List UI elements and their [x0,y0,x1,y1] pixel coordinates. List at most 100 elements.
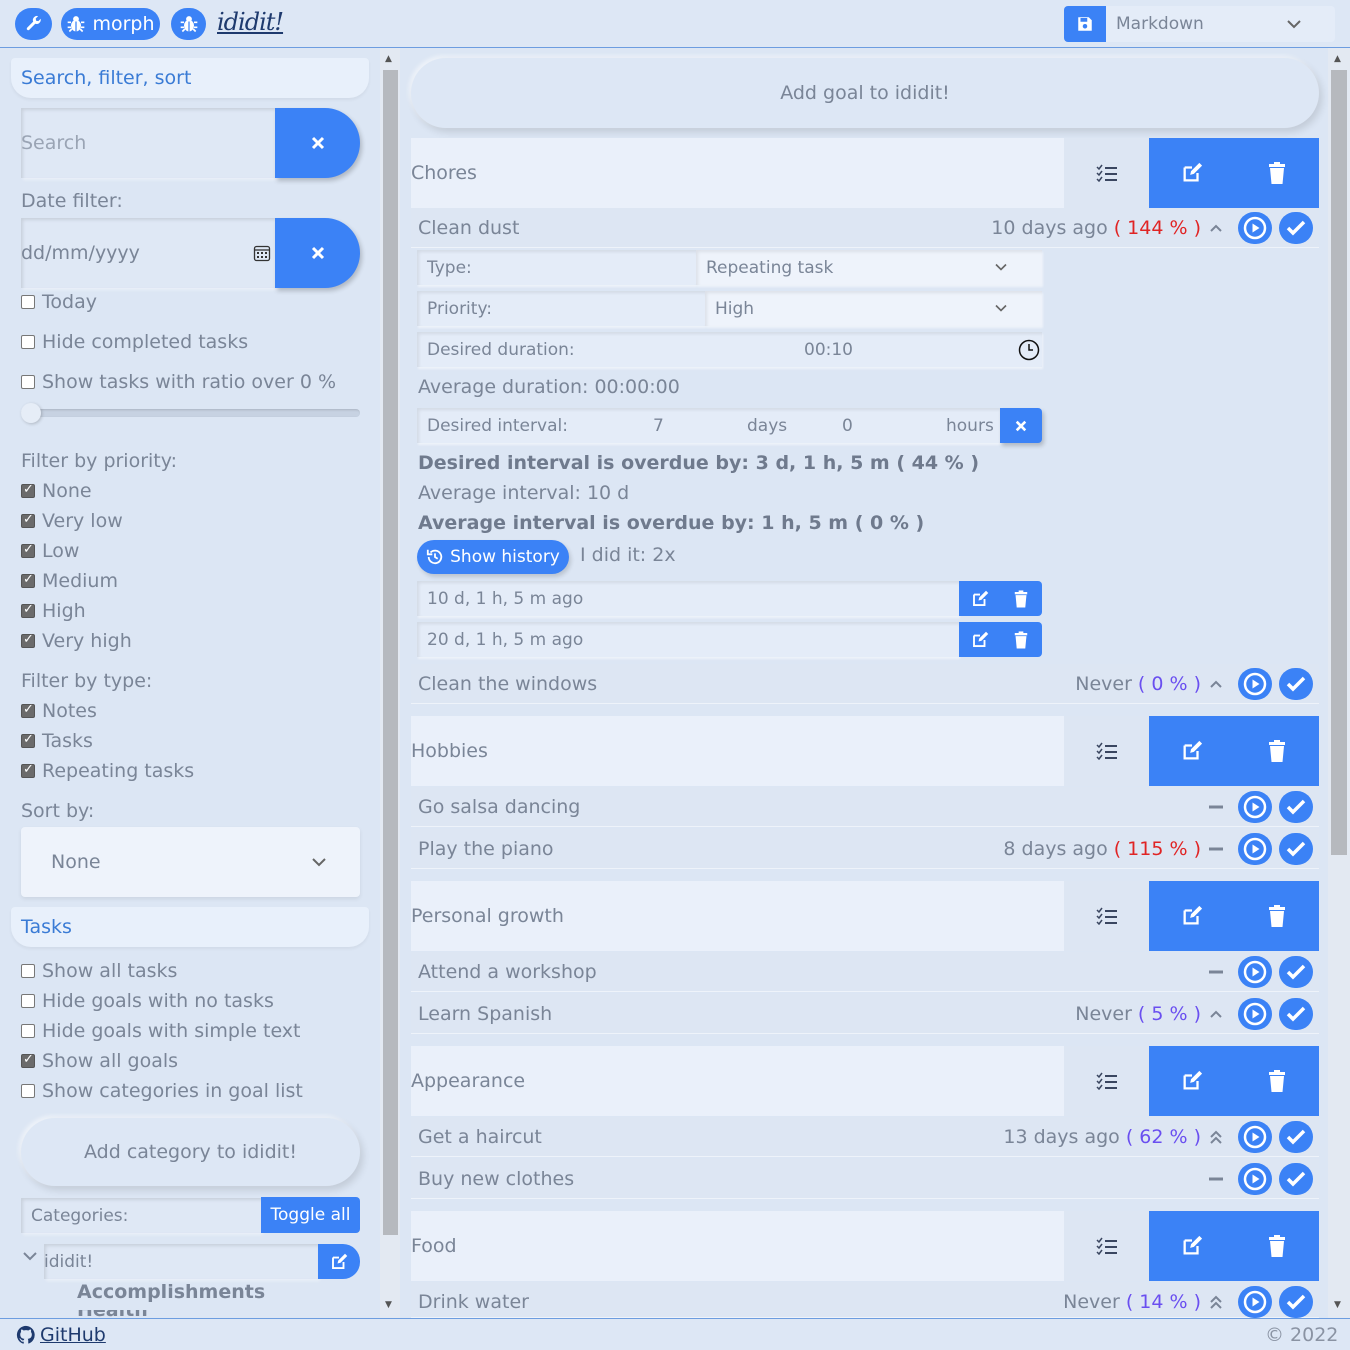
tasks-section-header[interactable]: Tasks [11,907,369,947]
today-checkbox[interactable]: Today [21,290,97,314]
add-category-button[interactable]: Add category to ididit! [21,1118,360,1186]
task-name[interactable]: Play the piano [418,829,554,869]
task-name[interactable]: Get a haircut [418,1117,542,1157]
done-button[interactable] [1279,1286,1313,1318]
task-row[interactable]: Attend a workshop [411,952,1319,992]
scroll-up-arrow[interactable]: ▲ [1334,54,1341,64]
clear-search-button[interactable] [275,108,360,178]
edit-goal-button[interactable] [1149,881,1234,951]
task-name[interactable]: Drink water [418,1282,529,1322]
interval-days-input[interactable]: 7 [653,416,664,436]
search-section-header[interactable]: Search, filter, sort [11,58,369,98]
add-goal-button[interactable]: Add goal to ididit! [411,58,1319,128]
start-timer-button[interactable] [1238,998,1272,1030]
task-row[interactable]: Clean the windows Never( 0 % ) [411,664,1319,704]
clear-date-button[interactable] [275,218,360,288]
type-repeating-checkbox[interactable]: Repeating tasks [21,759,194,783]
start-timer-button[interactable] [1238,1163,1272,1195]
main-scrollbar-thumb[interactable] [1331,70,1347,855]
clock-icon[interactable] [1018,339,1040,361]
hide-text-goals-checkbox[interactable]: Hide goals with simple text [21,1019,301,1043]
scroll-down-arrow[interactable]: ▼ [385,1300,392,1310]
done-button[interactable] [1279,1163,1313,1195]
interval-hours-input[interactable]: 0 [842,416,853,436]
delete-goal-button[interactable] [1234,1046,1319,1116]
desired-duration-field[interactable]: Desired duration: 00:10 [417,332,1042,367]
show-all-goals-checkbox[interactable]: Show all goals [21,1049,178,1073]
priority-high-checkbox[interactable]: High [21,599,86,623]
delete-history-button[interactable] [1000,622,1042,657]
start-timer-button[interactable] [1238,956,1272,988]
scroll-down-arrow[interactable]: ▼ [1334,1300,1341,1310]
edit-category-button[interactable] [318,1244,360,1279]
toggle-all-button[interactable]: Toggle all [261,1197,360,1233]
show-categories-checkbox[interactable]: Show categories in goal list [21,1079,303,1103]
priority-medium-checkbox[interactable]: Medium [21,569,118,593]
edit-goal-button[interactable] [1149,1211,1234,1281]
priority-none-checkbox[interactable]: None [21,479,92,503]
task-name[interactable]: Attend a workshop [418,952,597,992]
task-row[interactable]: Get a haircut 13 days ago( 62 % ) [411,1117,1319,1157]
task-name[interactable]: Buy new clothes [418,1159,574,1199]
task-list-button[interactable] [1064,1211,1149,1281]
ratio-slider-track[interactable] [21,409,360,417]
show-history-button[interactable]: Show history [417,540,569,574]
start-timer-button[interactable] [1238,1286,1272,1318]
type-tasks-checkbox[interactable]: Tasks [21,729,93,753]
delete-goal-button[interactable] [1234,138,1319,208]
delete-goal-button[interactable] [1234,1211,1319,1281]
subcategory-health[interactable]: Health [77,1310,148,1318]
app-logo-link[interactable]: ididit! [217,8,284,36]
sort-select[interactable]: None [21,827,360,897]
done-button[interactable] [1279,1121,1313,1153]
subcategory-accomplishments[interactable]: Accomplishments [77,1281,265,1303]
done-button[interactable] [1279,998,1313,1030]
start-timer-button[interactable] [1238,668,1272,700]
edit-history-button[interactable] [959,622,1000,657]
hide-empty-goals-checkbox[interactable]: Hide goals with no tasks [21,989,274,1013]
priority-very-low-checkbox[interactable]: Very low [21,509,123,533]
clear-interval-button[interactable] [1000,408,1042,443]
delete-goal-button[interactable] [1234,881,1319,951]
edit-goal-button[interactable] [1149,1046,1234,1116]
goal-title[interactable]: Food [411,1211,457,1281]
task-row[interactable]: Go salsa dancing [411,787,1319,827]
start-timer-button[interactable] [1238,791,1272,823]
done-button[interactable] [1279,791,1313,823]
type-notes-checkbox[interactable]: Notes [21,699,97,723]
priority-low-checkbox[interactable]: Low [21,539,79,563]
chevron-down-icon[interactable] [22,1250,38,1262]
task-list-button[interactable] [1064,716,1149,786]
github-link[interactable]: GitHub [16,1324,106,1346]
goal-title[interactable]: Chores [411,138,477,208]
ratio-slider-handle[interactable] [21,403,41,423]
task-list-button[interactable] [1064,1046,1149,1116]
calendar-icon[interactable] [253,244,271,262]
done-button[interactable] [1279,956,1313,988]
task-row[interactable]: Buy new clothes [411,1159,1319,1199]
task-name[interactable]: Learn Spanish [418,994,552,1034]
scroll-up-arrow[interactable]: ▲ [385,54,392,64]
task-row[interactable]: Drink water Never( 14 % ) [411,1282,1319,1318]
done-button[interactable] [1279,668,1313,700]
hide-completed-checkbox[interactable]: Hide completed tasks [21,330,248,354]
start-timer-button[interactable] [1238,1121,1272,1153]
edit-history-button[interactable] [959,581,1000,616]
type-select[interactable]: Repeating task [696,250,1042,285]
show-all-tasks-checkbox[interactable]: Show all tasks [21,959,177,983]
task-row[interactable]: Learn Spanish Never( 5 % ) [411,994,1319,1034]
date-filter-input[interactable]: dd/mm/yyyy [21,218,276,288]
desired-interval-field[interactable]: Desired interval: 7 days 0 hours [417,408,1000,443]
start-timer-button[interactable] [1238,212,1272,244]
sidebar-scrollbar-thumb[interactable] [383,70,398,1235]
priority-select[interactable]: High [705,291,1042,326]
save-button[interactable] [1064,6,1106,42]
priority-very-high-checkbox[interactable]: Very high [21,629,132,653]
task-name[interactable]: Clean the windows [418,664,597,704]
desired-duration-value[interactable]: 00:10 [804,340,853,360]
goal-title[interactable]: Appearance [411,1046,525,1116]
search-input[interactable]: Search [21,108,276,178]
edit-goal-button[interactable] [1149,716,1234,786]
debug-button[interactable] [171,8,206,40]
task-row[interactable]: Clean dust 10 days ago( 144 % ) [411,208,1319,248]
